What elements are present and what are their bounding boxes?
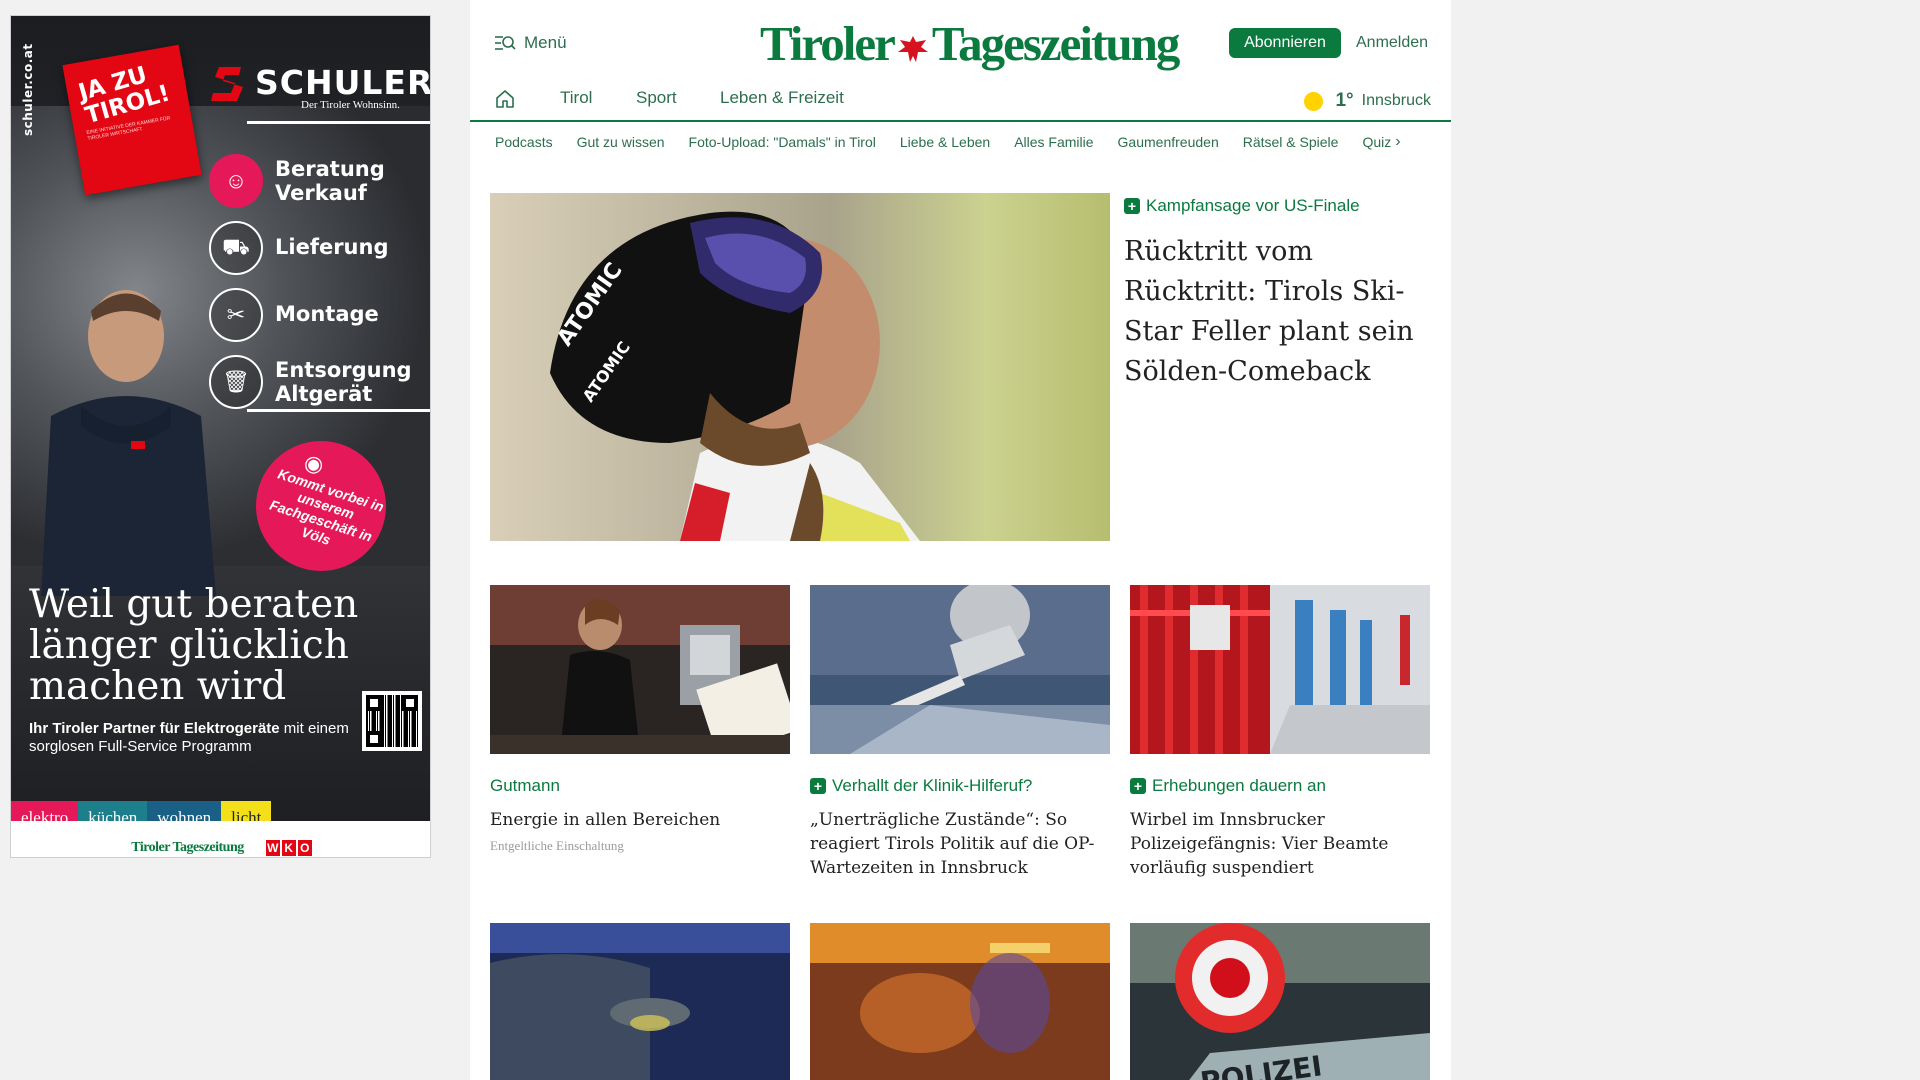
- ad-category-bar: elektro küchen wohnen licht: [11, 801, 272, 821]
- card-image-gutmann[interactable]: [490, 585, 790, 754]
- weather-temperature: 1°: [1335, 90, 1354, 111]
- hero-kicker-text: Kampfansage vor US-Finale: [1146, 196, 1360, 215]
- hero-image[interactable]: ATOMIC ATOMIC: [490, 193, 1110, 541]
- menu-button[interactable]: Menü: [494, 33, 567, 53]
- nav-item-sport[interactable]: Sport: [636, 88, 677, 108]
- sub-nav: Podcasts Gut zu wissen Foto-Upload: "Dam…: [470, 124, 1451, 160]
- schuler-s-icon: [211, 67, 243, 101]
- card-title-gutmann[interactable]: Energie in allen Bereichen: [490, 808, 790, 832]
- home-icon[interactable]: [494, 88, 516, 110]
- service-beratung: ☺ Beratung Verkauf: [209, 154, 430, 210]
- teaser-photo-lights: [810, 923, 1110, 1080]
- plus-icon: +: [1130, 778, 1146, 794]
- brand-name: SCHULER: [255, 63, 431, 102]
- main-content: Menü Tiroler Tageszeitung Abonnieren Anm…: [470, 0, 1451, 1080]
- subnav-item-foto-upload[interactable]: Foto-Upload: "Damals" in Tirol: [677, 134, 888, 150]
- service-label: Beratung Verkauf: [275, 157, 385, 205]
- service-lieferung: ⛟ Lieferung: [209, 221, 430, 277]
- weather-widget[interactable]: 1° Innsbruck: [1304, 90, 1431, 112]
- card-image-polizei[interactable]: [1130, 585, 1430, 754]
- subnav-item-gaumenfreuden[interactable]: Gaumenfreuden: [1106, 134, 1231, 150]
- subnav-item-gut-zu-wissen[interactable]: Gut zu wissen: [565, 134, 677, 150]
- login-link[interactable]: Anmelden: [1356, 34, 1428, 52]
- service-label: Entsorgung Altgerät: [275, 358, 412, 406]
- trash-icon: 🗑: [209, 355, 263, 409]
- menu-search-icon: [495, 36, 516, 50]
- schuler-ad[interactable]: schuler.co.at JA ZU TIROL! EINE INITIATI…: [10, 15, 431, 858]
- tirol-eagle-icon: [897, 35, 928, 62]
- ad-footer-tt-logo: Tiroler Tageszeitung: [131, 839, 244, 855]
- card-title-klinik[interactable]: „Unerträgliche Zustände“: So reagiert Ti…: [810, 808, 1110, 880]
- category-wohnen: wohnen: [147, 801, 222, 821]
- ad-visual: schuler.co.at JA ZU TIROL! EINE INITIATI…: [11, 16, 431, 821]
- teaser-image-party[interactable]: [810, 923, 1110, 1080]
- teaser-image-polizei[interactable]: POLIZEI: [1130, 923, 1430, 1080]
- card-photo-surgery: [810, 585, 1110, 754]
- site-header: Menü Tiroler Tageszeitung Abonnieren Anm…: [470, 0, 1451, 86]
- plus-icon: +: [810, 778, 826, 794]
- plus-icon: +: [1124, 198, 1140, 214]
- consultation-icon: ☺: [209, 154, 263, 208]
- hero-kicker[interactable]: + Kampfansage vor US-Finale: [1124, 196, 1360, 216]
- chevron-right-icon[interactable]: ›: [1395, 133, 1400, 151]
- promo-circle: ◉ Kommt vorbei in unserem Fachgeschäft i…: [256, 441, 386, 571]
- category-licht: licht: [221, 801, 272, 821]
- wko-logo: WKO: [265, 839, 312, 856]
- tools-icon: ✂: [209, 288, 263, 342]
- sponsored-note: Entgeltliche Einschaltung: [490, 838, 624, 853]
- subnav-item-raetsel-spiele[interactable]: Rätsel & Spiele: [1231, 134, 1351, 150]
- ad-person-image: [41, 290, 216, 596]
- delivery-icon: ⛟: [209, 221, 263, 275]
- subnav-item-quiz[interactable]: Quiz: [1350, 134, 1397, 150]
- hero-skier-illustration: ATOMIC ATOMIC: [490, 193, 1110, 541]
- service-montage: ✂ Montage: [209, 288, 430, 344]
- card-kicker-klinik[interactable]: + Verhallt der Klinik-Hilferuf?: [810, 776, 1032, 796]
- ad-footer: Tiroler Tageszeitung WKO: [11, 836, 430, 857]
- card-title-polizei[interactable]: Wirbel im Innsbrucker Polizeigefängnis: …: [1130, 808, 1430, 880]
- subnav-item-liebe-leben[interactable]: Liebe & Leben: [888, 134, 1002, 150]
- card-photo-coffee: [490, 585, 790, 754]
- ad-subline: Ihr Tiroler Partner für Elektrogeräte mi…: [29, 720, 349, 755]
- ad-divider: [247, 409, 430, 412]
- teaser-image-accident[interactable]: [490, 923, 790, 1080]
- ad-side-url: schuler.co.at: [21, 43, 35, 136]
- card-photo-prison: [1130, 585, 1430, 754]
- sun-icon: [1304, 91, 1324, 111]
- teaser-photo-police-car: POLIZEI: [1130, 923, 1430, 1080]
- ad-divider: [247, 121, 430, 124]
- promo-text: Kommt vorbei in unserem Fachgeschäft in …: [267, 465, 386, 549]
- brand-tagline: Der Tiroler Wohnsinn.: [301, 99, 400, 111]
- card-kicker-polizei[interactable]: + Erhebungen dauern an: [1130, 776, 1326, 796]
- nav-item-leben-freizeit[interactable]: Leben & Freizeit: [720, 88, 844, 108]
- main-nav: Tirol Sport Leben & Freizeit 1° Innsbruc…: [470, 86, 1451, 122]
- service-label: Montage: [275, 302, 379, 326]
- service-label: Lieferung: [275, 235, 389, 259]
- ad-headline: Weil gut beraten länger glücklich machen…: [29, 582, 359, 709]
- subnav-item-podcasts[interactable]: Podcasts: [470, 134, 565, 150]
- ja-zu-tirol-badge: JA ZU TIROL! EINE INITIATIVE DER KAMMER …: [62, 44, 202, 196]
- card-image-klinik[interactable]: [810, 585, 1110, 754]
- subscribe-button[interactable]: Abonnieren: [1229, 28, 1341, 58]
- qr-code[interactable]: [362, 691, 422, 751]
- site-logo[interactable]: Tiroler Tageszeitung: [760, 14, 1180, 74]
- hero-headline[interactable]: Rücktritt vom Rücktritt: Tirols Ski-Star…: [1124, 232, 1434, 392]
- category-elektro: elektro: [11, 801, 79, 821]
- menu-label: Menü: [524, 33, 567, 52]
- weather-city: Innsbruck: [1361, 92, 1431, 109]
- teaser-photo-night: [490, 923, 790, 1080]
- service-entsorgung: 🗑 Entsorgung Altgerät: [209, 355, 430, 411]
- card-kicker-gutmann[interactable]: Gutmann: [490, 776, 560, 796]
- nav-item-tirol[interactable]: Tirol: [560, 88, 592, 108]
- subnav-item-alles-familie[interactable]: Alles Familie: [1002, 134, 1105, 150]
- category-kuechen: küchen: [78, 801, 148, 821]
